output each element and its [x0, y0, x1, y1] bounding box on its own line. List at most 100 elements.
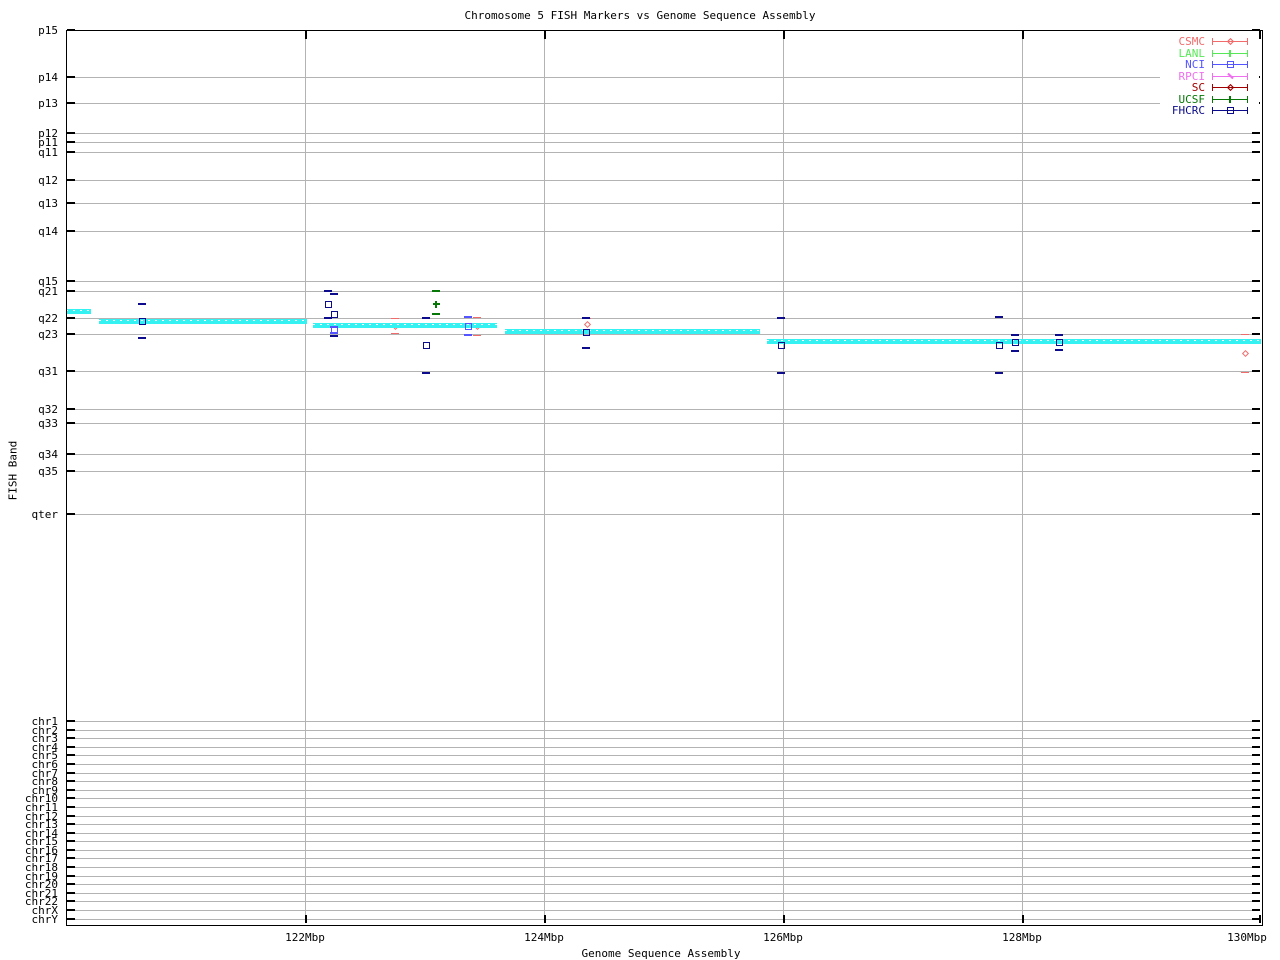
left-tick-chr5 [67, 754, 75, 756]
y-tick-label-p15: p15 [38, 24, 58, 37]
left-tick-q14 [67, 230, 75, 232]
y-tick-label-q23: q23 [38, 328, 58, 341]
left-tick-chr13 [67, 823, 75, 825]
left-tick-p11 [67, 141, 75, 143]
right-tick-chr19 [1252, 875, 1260, 877]
bottom-tick-124Mbp [544, 915, 546, 923]
left-tick-chr8 [67, 780, 75, 782]
left-tick-p13 [67, 102, 75, 104]
left-tick-chrX [67, 909, 75, 911]
RPCI-legend-cap-right [1247, 73, 1248, 80]
y-tick-label-q31: q31 [38, 365, 58, 378]
left-tick-q33 [67, 422, 75, 424]
left-tick-q22 [67, 317, 75, 319]
left-tick-chr11 [67, 806, 75, 808]
left-tick-chr20 [67, 883, 75, 885]
x-tick-label-122Mbp: 122Mbp [285, 931, 325, 944]
x-tick-label-130Mbp: 130Mbp [1227, 931, 1267, 944]
left-tick-chr16 [67, 849, 75, 851]
right-tick-q33 [1252, 422, 1260, 424]
right-tick-q13 [1252, 202, 1260, 204]
RPCI-legend-cap-left [1212, 73, 1213, 80]
left-tick-chr2 [67, 729, 75, 731]
right-tick-chr17 [1252, 857, 1260, 859]
y-tick-label-q13: q13 [38, 197, 58, 210]
left-tick-chr6 [67, 763, 75, 765]
bottom-tick-126Mbp [783, 915, 785, 923]
x-tick-label-124Mbp: 124Mbp [524, 931, 564, 944]
left-tick-chr17 [67, 857, 75, 859]
right-tick-chr3 [1252, 737, 1260, 739]
LANL-legend-cap-right [1247, 50, 1248, 57]
y-tick-label-q35: q35 [38, 465, 58, 478]
right-tick-chr2 [1252, 729, 1260, 731]
left-tick-q23 [67, 333, 75, 335]
y-tick-label-q22: q22 [38, 312, 58, 325]
right-tick-q34 [1252, 453, 1260, 455]
left-tick-chr19 [67, 875, 75, 877]
right-tick-q32 [1252, 408, 1260, 410]
UCSF-legend-cap-right [1247, 96, 1248, 103]
plot-border [66, 30, 1263, 926]
right-tick-chr7 [1252, 772, 1260, 774]
y-tick-label-q14: q14 [38, 225, 58, 238]
y-tick-label-p13: p13 [38, 97, 58, 110]
top-tick-126Mbp [783, 31, 785, 39]
y-tick-label-q21: q21 [38, 285, 58, 298]
top-tick-130Mbp [1259, 31, 1261, 39]
right-tick-q23 [1252, 333, 1260, 335]
left-tick-chr22 [67, 900, 75, 902]
y-tick-label-q34: q34 [38, 448, 58, 461]
FHCRC-legend-cap-right [1247, 107, 1248, 114]
right-tick-q31 [1252, 370, 1260, 372]
right-tick-chrX [1252, 909, 1260, 911]
left-tick-p12 [67, 132, 75, 134]
right-tick-chr13 [1252, 823, 1260, 825]
x-axis-title: Genome Sequence Assembly [581, 947, 741, 960]
right-tick-chr20 [1252, 883, 1260, 885]
FHCRC-legend-square-marker [1227, 107, 1234, 114]
left-tick-q15 [67, 280, 75, 282]
UCSF-legend-cap-left [1212, 96, 1213, 103]
bottom-tick-130Mbp [1259, 915, 1261, 923]
left-tick-q34 [67, 453, 75, 455]
legend-label-rpci: RPCI [1178, 69, 1206, 83]
left-tick-q35 [67, 470, 75, 472]
left-tick-q11 [67, 151, 75, 153]
right-tick-p12 [1252, 132, 1260, 134]
right-tick-q12 [1252, 179, 1260, 181]
left-tick-q31 [67, 370, 75, 372]
top-tick-122Mbp [305, 31, 307, 39]
right-tick-chr22 [1252, 900, 1260, 902]
y-tick-label-p14: p14 [38, 71, 58, 84]
right-tick-chr21 [1252, 892, 1260, 894]
fish-marker-chart: Chromosome 5 FISH Markers vs Genome Sequ… [0, 0, 1280, 960]
LANL-legend-plus-v [1229, 50, 1231, 57]
left-tick-p15 [67, 29, 75, 31]
LANL-legend-cap-left [1212, 50, 1213, 57]
right-tick-chr6 [1252, 763, 1260, 765]
left-tick-chr14 [67, 832, 75, 834]
right-tick-chr5 [1252, 754, 1260, 756]
left-tick-chrY [67, 918, 75, 920]
y-tick-label-qter: qter [31, 508, 59, 521]
top-tick-124Mbp [544, 31, 546, 39]
right-tick-qter [1252, 513, 1260, 515]
left-tick-chr21 [67, 892, 75, 894]
right-tick-chr8 [1252, 780, 1260, 782]
left-tick-q21 [67, 290, 75, 292]
left-tick-q12 [67, 179, 75, 181]
right-tick-p11 [1252, 141, 1260, 143]
chart-title: Chromosome 5 FISH Markers vs Genome Sequ… [464, 9, 816, 22]
right-tick-q21 [1252, 290, 1260, 292]
NCI-legend-cap-left [1212, 61, 1213, 68]
right-tick-q35 [1252, 470, 1260, 472]
y-tick-label-chrY: chrY [31, 913, 59, 926]
right-tick-chr11 [1252, 806, 1260, 808]
right-tick-q11 [1252, 151, 1260, 153]
right-tick-q15 [1252, 280, 1260, 282]
legend-label-ucsf: UCSF [1178, 92, 1206, 106]
UCSF-legend-plus-v [1229, 96, 1231, 103]
x-tick-label-126Mbp: 126Mbp [763, 931, 803, 944]
right-tick-chr4 [1252, 746, 1260, 748]
